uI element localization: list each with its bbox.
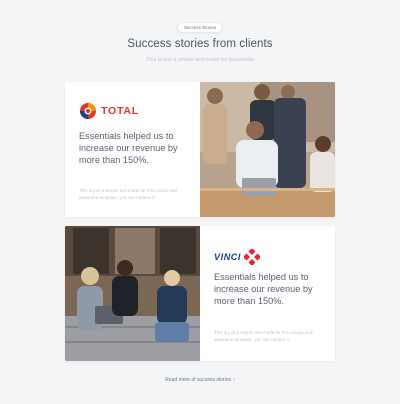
story-text-panel: VINCI Essentials helped us to increase o… — [200, 226, 335, 361]
story-body: This is just a simple text made for this… — [214, 330, 313, 342]
vinci-logo-icon — [244, 249, 261, 265]
vinci-logo-text: VINCI — [214, 252, 242, 262]
story-card-total: TOTAL Essentials helped us to increase o… — [65, 82, 335, 217]
total-logo-text: TOTAL — [101, 105, 140, 117]
total-logo: TOTAL — [79, 100, 139, 122]
story-text-panel: TOTAL Essentials helped us to increase o… — [65, 82, 200, 217]
page-subtitle: This is just a simple text made for Esse… — [145, 57, 255, 63]
story-card-vinci: VINCI Essentials helped us to increase o… — [65, 226, 335, 361]
read-more-link[interactable]: Read more of success stories › — [0, 377, 400, 383]
team-photo — [200, 82, 335, 217]
story-headline: Essentials helped us to increase our rev… — [79, 131, 178, 166]
group-photo — [65, 226, 200, 361]
chevron-right-icon: › — [233, 377, 235, 383]
total-logo-icon — [80, 103, 96, 119]
read-more-label[interactable]: Read more of success stories — [165, 377, 231, 383]
vinci-logo: VINCI — [214, 246, 261, 268]
story-body: This is just a simple text made for this… — [79, 188, 178, 200]
badge: Success Stories — [176, 22, 224, 33]
page-title: Success stories from clients — [127, 38, 273, 50]
story-headline: Essentials helped us to increase our rev… — [214, 272, 313, 307]
